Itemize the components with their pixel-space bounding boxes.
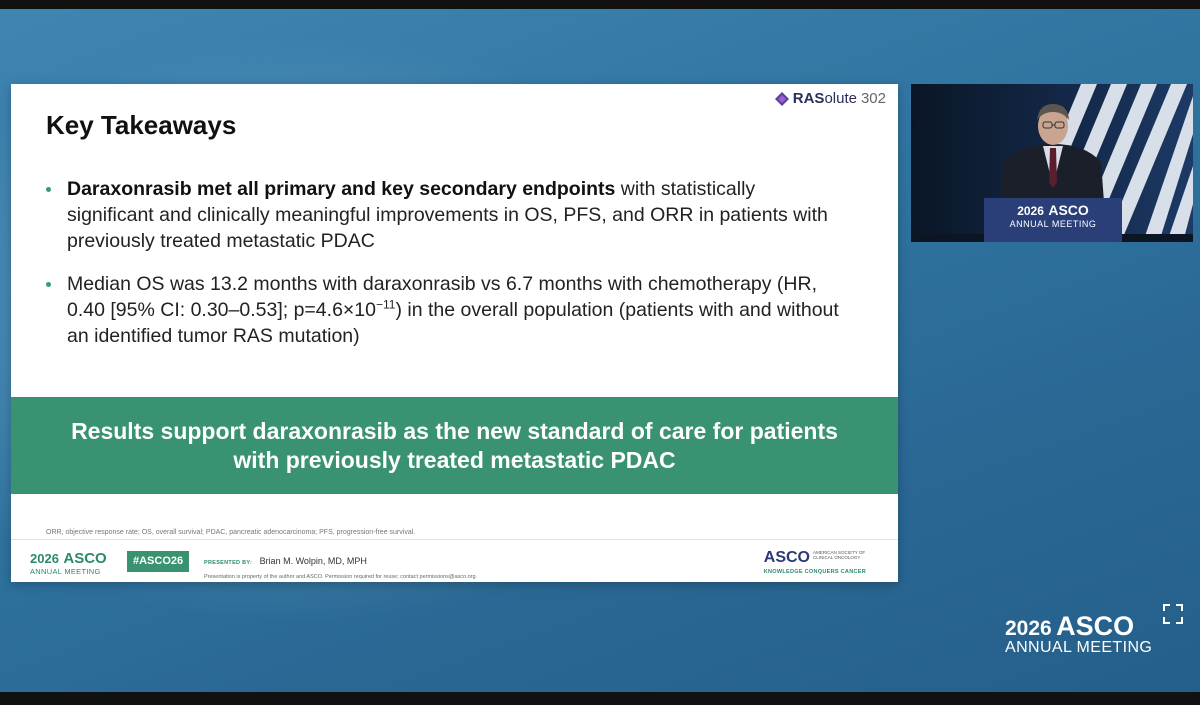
- conclusion-banner: Results support daraxonrasib as the new …: [11, 397, 898, 494]
- meeting-name: ASCO: [63, 550, 107, 567]
- bullet-item: Median OS was 13.2 months with daraxonra…: [46, 271, 846, 349]
- society-name: AMERICAN SOCIETY OF CLINICAL ONCOLOGY: [813, 550, 866, 560]
- slide-title: Key Takeaways: [46, 110, 237, 140]
- society-tagline: KNOWLEDGE CONQUERS CANCER: [763, 569, 866, 575]
- rasolute-mark-icon: [774, 91, 789, 106]
- abbreviation-footnote: ORR, objective response rate; OS, overal…: [46, 529, 416, 536]
- bullet-superscript: −11: [376, 297, 396, 312]
- podium-name: ASCO: [1048, 202, 1089, 218]
- hashtag-badge: #ASCO26: [127, 551, 190, 572]
- society-logo: ASCO AMERICAN SOCIETY OF CLINICAL ONCOLOG…: [764, 549, 868, 575]
- letterbox-top: [0, 0, 1200, 9]
- bullet-dot-icon: [46, 282, 51, 287]
- bullet-bold-text: Daraxonrasib met all primary and key sec…: [67, 178, 616, 200]
- rasolute-logo: RASolute 302: [774, 90, 886, 107]
- corner-year: 2026: [1005, 617, 1052, 640]
- bullet-dot-icon: [46, 187, 51, 192]
- presented-label: PRESENTED BY:: [204, 560, 253, 566]
- corner-meeting-logo: 2026 ASCO ANNUAL MEETING: [1005, 611, 1152, 657]
- meeting-year: 2026: [30, 551, 59, 566]
- slide-footer: 2026 ASCO ANNUAL MEETING #ASCO26 PRESENT…: [11, 539, 898, 583]
- bullet-list: Daraxonrasib met all primary and key sec…: [46, 176, 846, 349]
- presenter-name: Brian M. Wolpin, MD, MPH: [259, 556, 367, 566]
- logo-number: 302: [860, 90, 886, 107]
- meeting-sub: ANNUAL MEETING: [30, 567, 101, 576]
- podium-logo: 2026 ASCO ANNUAL MEETING: [984, 202, 1122, 229]
- fullscreen-icon[interactable]: [1163, 604, 1183, 624]
- society-abbr: ASCO: [763, 549, 810, 566]
- presenter-credit: PRESENTED BY: Brian M. Wolpin, MD, MPH P…: [204, 551, 477, 580]
- presentation-slide: RASolute 302 Key Takeaways Daraxonrasib …: [11, 84, 898, 582]
- bullet-item: Daraxonrasib met all primary and key sec…: [46, 176, 846, 254]
- logo-olute: olute: [824, 90, 857, 107]
- corner-name: ASCO: [1056, 611, 1135, 641]
- podium-year: 2026: [1017, 204, 1044, 218]
- meeting-logo: 2026 ASCO ANNUAL MEETING: [30, 550, 107, 576]
- corner-sub: ANNUAL MEETING: [1005, 639, 1153, 656]
- logo-ras: RAS: [792, 90, 825, 107]
- conclusion-text: Results support daraxonrasib as the new …: [71, 417, 838, 473]
- podium-sub: ANNUAL MEETING: [1009, 219, 1097, 229]
- property-note: Presentation is property of the author a…: [204, 574, 478, 580]
- speaker-video: 2026 ASCO ANNUAL MEETING: [911, 84, 1193, 242]
- letterbox-bottom: [0, 692, 1200, 705]
